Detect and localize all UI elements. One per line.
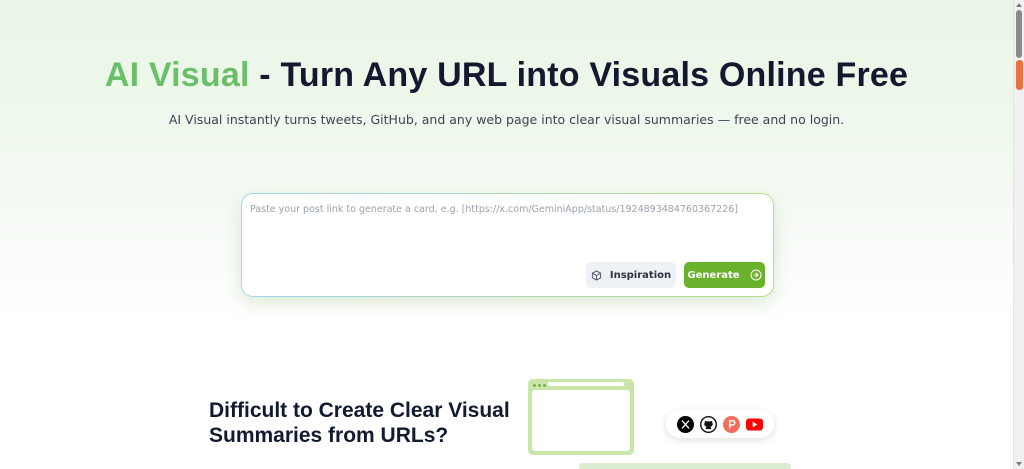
github-icon[interactable]: [700, 415, 717, 433]
section-title: Difficult to Create Clear Visual Summari…: [209, 399, 510, 447]
page-subtitle: AI Visual instantly turns tweets, GitHub…: [168, 112, 845, 127]
url-input-card: Inspiration Generate: [241, 193, 774, 297]
scrollbar-thumb[interactable]: [1016, 10, 1022, 58]
generate-button[interactable]: Generate: [684, 262, 765, 288]
title-accent: AI Visual: [104, 56, 250, 94]
youtube-icon[interactable]: [746, 416, 763, 433]
scroll-down-arrow-icon[interactable]: [1016, 462, 1022, 466]
scroll-up-arrow-icon[interactable]: [1016, 3, 1022, 7]
scroll-position-marker: [1016, 60, 1023, 90]
browser-illustration: [528, 379, 634, 455]
social-icons-pill: [666, 410, 774, 438]
inspiration-button[interactable]: Inspiration: [586, 262, 676, 288]
browser-address-bar: [548, 382, 624, 386]
url-input[interactable]: [250, 204, 765, 254]
producthunt-icon[interactable]: [723, 415, 740, 433]
browser-screen: [532, 390, 630, 451]
decorative-bar: [579, 463, 791, 469]
inspiration-label: Inspiration: [609, 269, 672, 281]
cube-icon: [591, 269, 602, 281]
page: AI Visual - Turn Any URL into Visuals On…: [0, 0, 1013, 469]
generate-label: Generate: [687, 269, 740, 281]
arrow-right-circle-icon: [750, 269, 762, 281]
page-title: AI Visual - Turn Any URL into Visuals On…: [0, 56, 1013, 95]
x-icon[interactable]: [677, 415, 694, 433]
title-rest: - Turn Any URL into Visuals Online Free: [249, 56, 909, 94]
